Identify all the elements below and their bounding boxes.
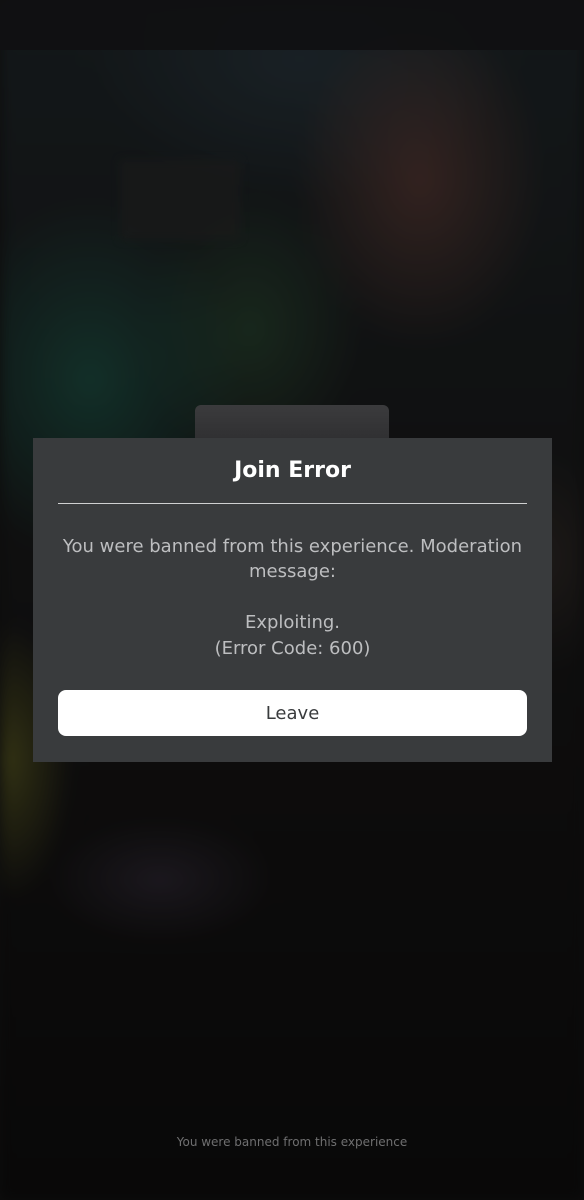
error-code: (Error Code: 600) — [214, 638, 371, 659]
footer-status-text: You were banned from this experience — [176, 1135, 408, 1149]
dialog-title: Join Error — [234, 458, 351, 483]
join-error-dialog: Join Error You were banned from this exp… — [33, 438, 552, 762]
dialog-detail: Exploiting. (Error Code: 600) — [58, 610, 527, 662]
leave-button[interactable]: Leave — [58, 690, 527, 736]
moderation-reason: Exploiting. — [244, 612, 341, 633]
game-screen: Join Error You were banned from this exp… — [0, 0, 584, 1200]
dialog-divider — [58, 503, 527, 504]
dialog-message: You were banned from this experience. Mo… — [62, 536, 523, 582]
